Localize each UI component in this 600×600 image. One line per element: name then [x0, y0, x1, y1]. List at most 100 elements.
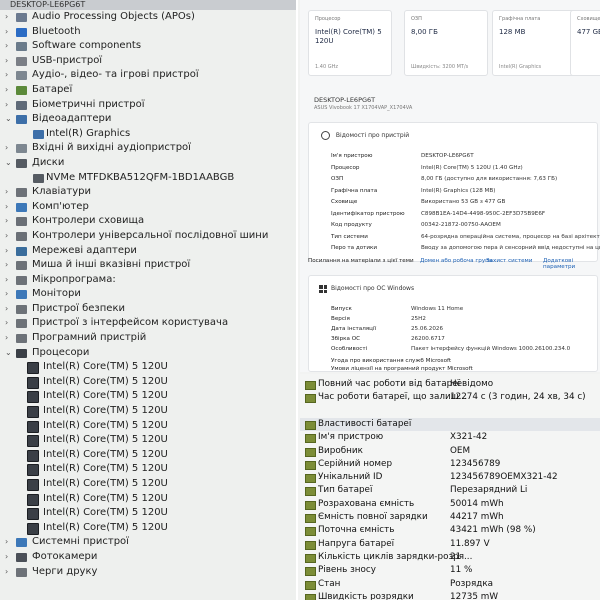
device-item[interactable]: Intel(R) Core(TM) 5 120U [0, 521, 296, 536]
device-item[interactable]: Intel(R) Core(TM) 5 120U [0, 419, 296, 434]
link-domain-workgroup[interactable]: Домен або робоча група [420, 258, 492, 264]
device-category[interactable]: › Миша й інші вказівні пристрої [0, 258, 296, 273]
device-item[interactable]: Intel(R) Core(TM) 5 120U [0, 433, 296, 448]
battery-property-row: Ім'я пристрою X321-42 [300, 431, 600, 444]
property-value: Перезарядний Li [450, 485, 528, 496]
device-category[interactable]: ⌄ Диски [0, 156, 296, 171]
property-value: 43421 mWh (98 %) [450, 525, 536, 536]
device-item[interactable]: Intel(R) Core(TM) 5 120U [0, 360, 296, 375]
device-item[interactable]: Intel(R) Core(TM) 5 120U [0, 492, 296, 507]
chevron-right-icon[interactable]: › [5, 273, 8, 288]
chevron-right-icon[interactable]: › [5, 68, 8, 83]
chevron-right-icon[interactable]: › [5, 550, 8, 565]
device-category[interactable]: › Черги друку [0, 565, 296, 580]
agreement-link[interactable]: Умови ліцензії на програмний продукт Mic… [331, 366, 473, 372]
spec-card-title: Графічна плата [499, 16, 541, 22]
link-advanced-settings[interactable]: Додаткові параметри [543, 258, 598, 270]
device-category[interactable]: › Аудіо-, відео- та ігрові пристрої [0, 68, 296, 83]
chevron-right-icon[interactable]: › [5, 83, 8, 98]
device-item[interactable]: Intel(R) Core(TM) 5 120U [0, 462, 296, 477]
device-manager-panel: DESKTOP-LE6PG6T › Audio Processing Object… [0, 0, 298, 600]
device-category[interactable]: › Пристрої безпеки [0, 302, 296, 317]
spec-key: Процесор [331, 164, 360, 171]
chevron-right-icon[interactable]: › [5, 185, 8, 200]
battery-icon [305, 394, 316, 404]
system-device-icon [16, 538, 27, 548]
chevron-right-icon[interactable]: › [5, 10, 8, 25]
property-value: 44217 mWh [450, 512, 504, 522]
device-category[interactable]: › Bluetooth [0, 25, 296, 40]
chevron-down-icon[interactable]: ⌄ [5, 112, 12, 127]
device-item[interactable]: Intel(R) Core(TM) 5 120U [0, 448, 296, 463]
device-category[interactable]: ⌄ Відеоадаптери [0, 112, 296, 127]
chevron-down-icon[interactable]: ⌄ [5, 346, 12, 361]
device-category[interactable]: ⌄ Процесори [0, 346, 296, 361]
device-category[interactable]: › Клавіатури [0, 185, 296, 200]
spec-value: Пакет інтерфейсу функцій Windows 1000.26… [411, 346, 571, 352]
chevron-right-icon[interactable]: › [5, 316, 8, 331]
chevron-down-icon[interactable]: ⌄ [5, 156, 12, 171]
chevron-right-icon[interactable]: › [5, 258, 8, 273]
device-category[interactable]: › Комп'ютер [0, 200, 296, 215]
device-item[interactable]: Intel(R) Core(TM) 5 120U [0, 477, 296, 492]
spec-value: Використано 53 GB з 477 GB [421, 199, 506, 205]
device-category[interactable]: › USB-пристрої [0, 54, 296, 69]
storage-controller-icon [16, 217, 27, 227]
chevron-right-icon[interactable]: › [5, 244, 8, 259]
chevron-right-icon[interactable]: › [5, 200, 8, 215]
spec-key: Ідентифікатор пристрою [331, 210, 405, 217]
processor-icon [27, 522, 39, 535]
property-value: 50014 mWh [450, 498, 504, 509]
processor-icon [27, 435, 39, 448]
chevron-right-icon[interactable]: › [5, 302, 8, 317]
device-category[interactable]: › Системні пристрої [0, 535, 296, 550]
device-category[interactable]: › Контролери сховища [0, 214, 296, 229]
device-category[interactable]: › Мережеві адаптери [0, 244, 296, 259]
property-key: Рівень зносу [318, 565, 376, 576]
processor-icon [27, 406, 39, 419]
device-category[interactable]: › Мікропрограма: [0, 273, 296, 288]
device-category[interactable]: › Програмний пристрій [0, 331, 296, 346]
processor-icon [27, 420, 39, 433]
chevron-right-icon[interactable]: › [5, 287, 8, 302]
device-category[interactable]: › Батареї [0, 83, 296, 98]
device-category[interactable]: › Монітори [0, 287, 296, 302]
device-category[interactable]: › Біометричні пристрої [0, 98, 296, 113]
chevron-right-icon[interactable]: › [5, 98, 8, 113]
device-category[interactable]: › Вхідні й вихідні аудіопристрої [0, 141, 296, 156]
chevron-right-icon[interactable]: › [5, 565, 8, 580]
device-category[interactable]: › Пристрої з інтерфейсом користувача [0, 316, 296, 331]
chevron-right-icon[interactable]: › [5, 141, 8, 156]
device-item[interactable]: Intel(R) Graphics [0, 127, 296, 142]
agreement-link[interactable]: Угода про використання служб Microsoft [331, 358, 451, 364]
device-category[interactable]: › Software components [0, 39, 296, 54]
device-item[interactable]: Intel(R) Core(TM) 5 120U [0, 375, 296, 390]
device-specs-header[interactable]: Відомості про пристрій [321, 131, 409, 140]
audio-io-icon [16, 144, 27, 154]
display-adapter-icon [16, 115, 27, 125]
spec-card-value: 477 GB [577, 28, 600, 36]
device-category[interactable]: › Audio Processing Objects (APOs) [0, 10, 296, 25]
device-label: Комп'ютер [32, 200, 89, 212]
chevron-right-icon[interactable]: › [5, 229, 8, 244]
security-device-icon [16, 304, 27, 314]
device-label: Клавіатури [32, 186, 92, 198]
battery-property-row: Виробник OEM [300, 445, 600, 458]
chevron-right-icon[interactable]: › [5, 25, 8, 40]
spec-card-title: ОЗП [411, 16, 422, 22]
chevron-right-icon[interactable]: › [5, 214, 8, 229]
device-item[interactable]: Intel(R) Core(TM) 5 120U [0, 506, 296, 521]
chevron-right-icon[interactable]: › [5, 535, 8, 550]
device-category[interactable]: › Фотокамери [0, 550, 296, 565]
spec-card-value: 8,00 ГБ [411, 28, 438, 36]
processor-icon [27, 449, 39, 462]
device-item[interactable]: NVMe MTFDKBA512QFM-1BD1AABGB [0, 171, 296, 186]
device-item[interactable]: Intel(R) Core(TM) 5 120U [0, 389, 296, 404]
link-system-protection[interactable]: Захист системи [486, 258, 532, 264]
chevron-right-icon[interactable]: › [5, 39, 8, 54]
device-item[interactable]: Intel(R) Core(TM) 5 120U [0, 404, 296, 419]
device-category[interactable]: › Контролери універсальної послідовної ши… [0, 229, 296, 244]
chevron-right-icon[interactable]: › [5, 331, 8, 346]
chevron-right-icon[interactable]: › [5, 54, 8, 69]
device-label: Intel(R) Core(TM) 5 120U [43, 478, 168, 489]
